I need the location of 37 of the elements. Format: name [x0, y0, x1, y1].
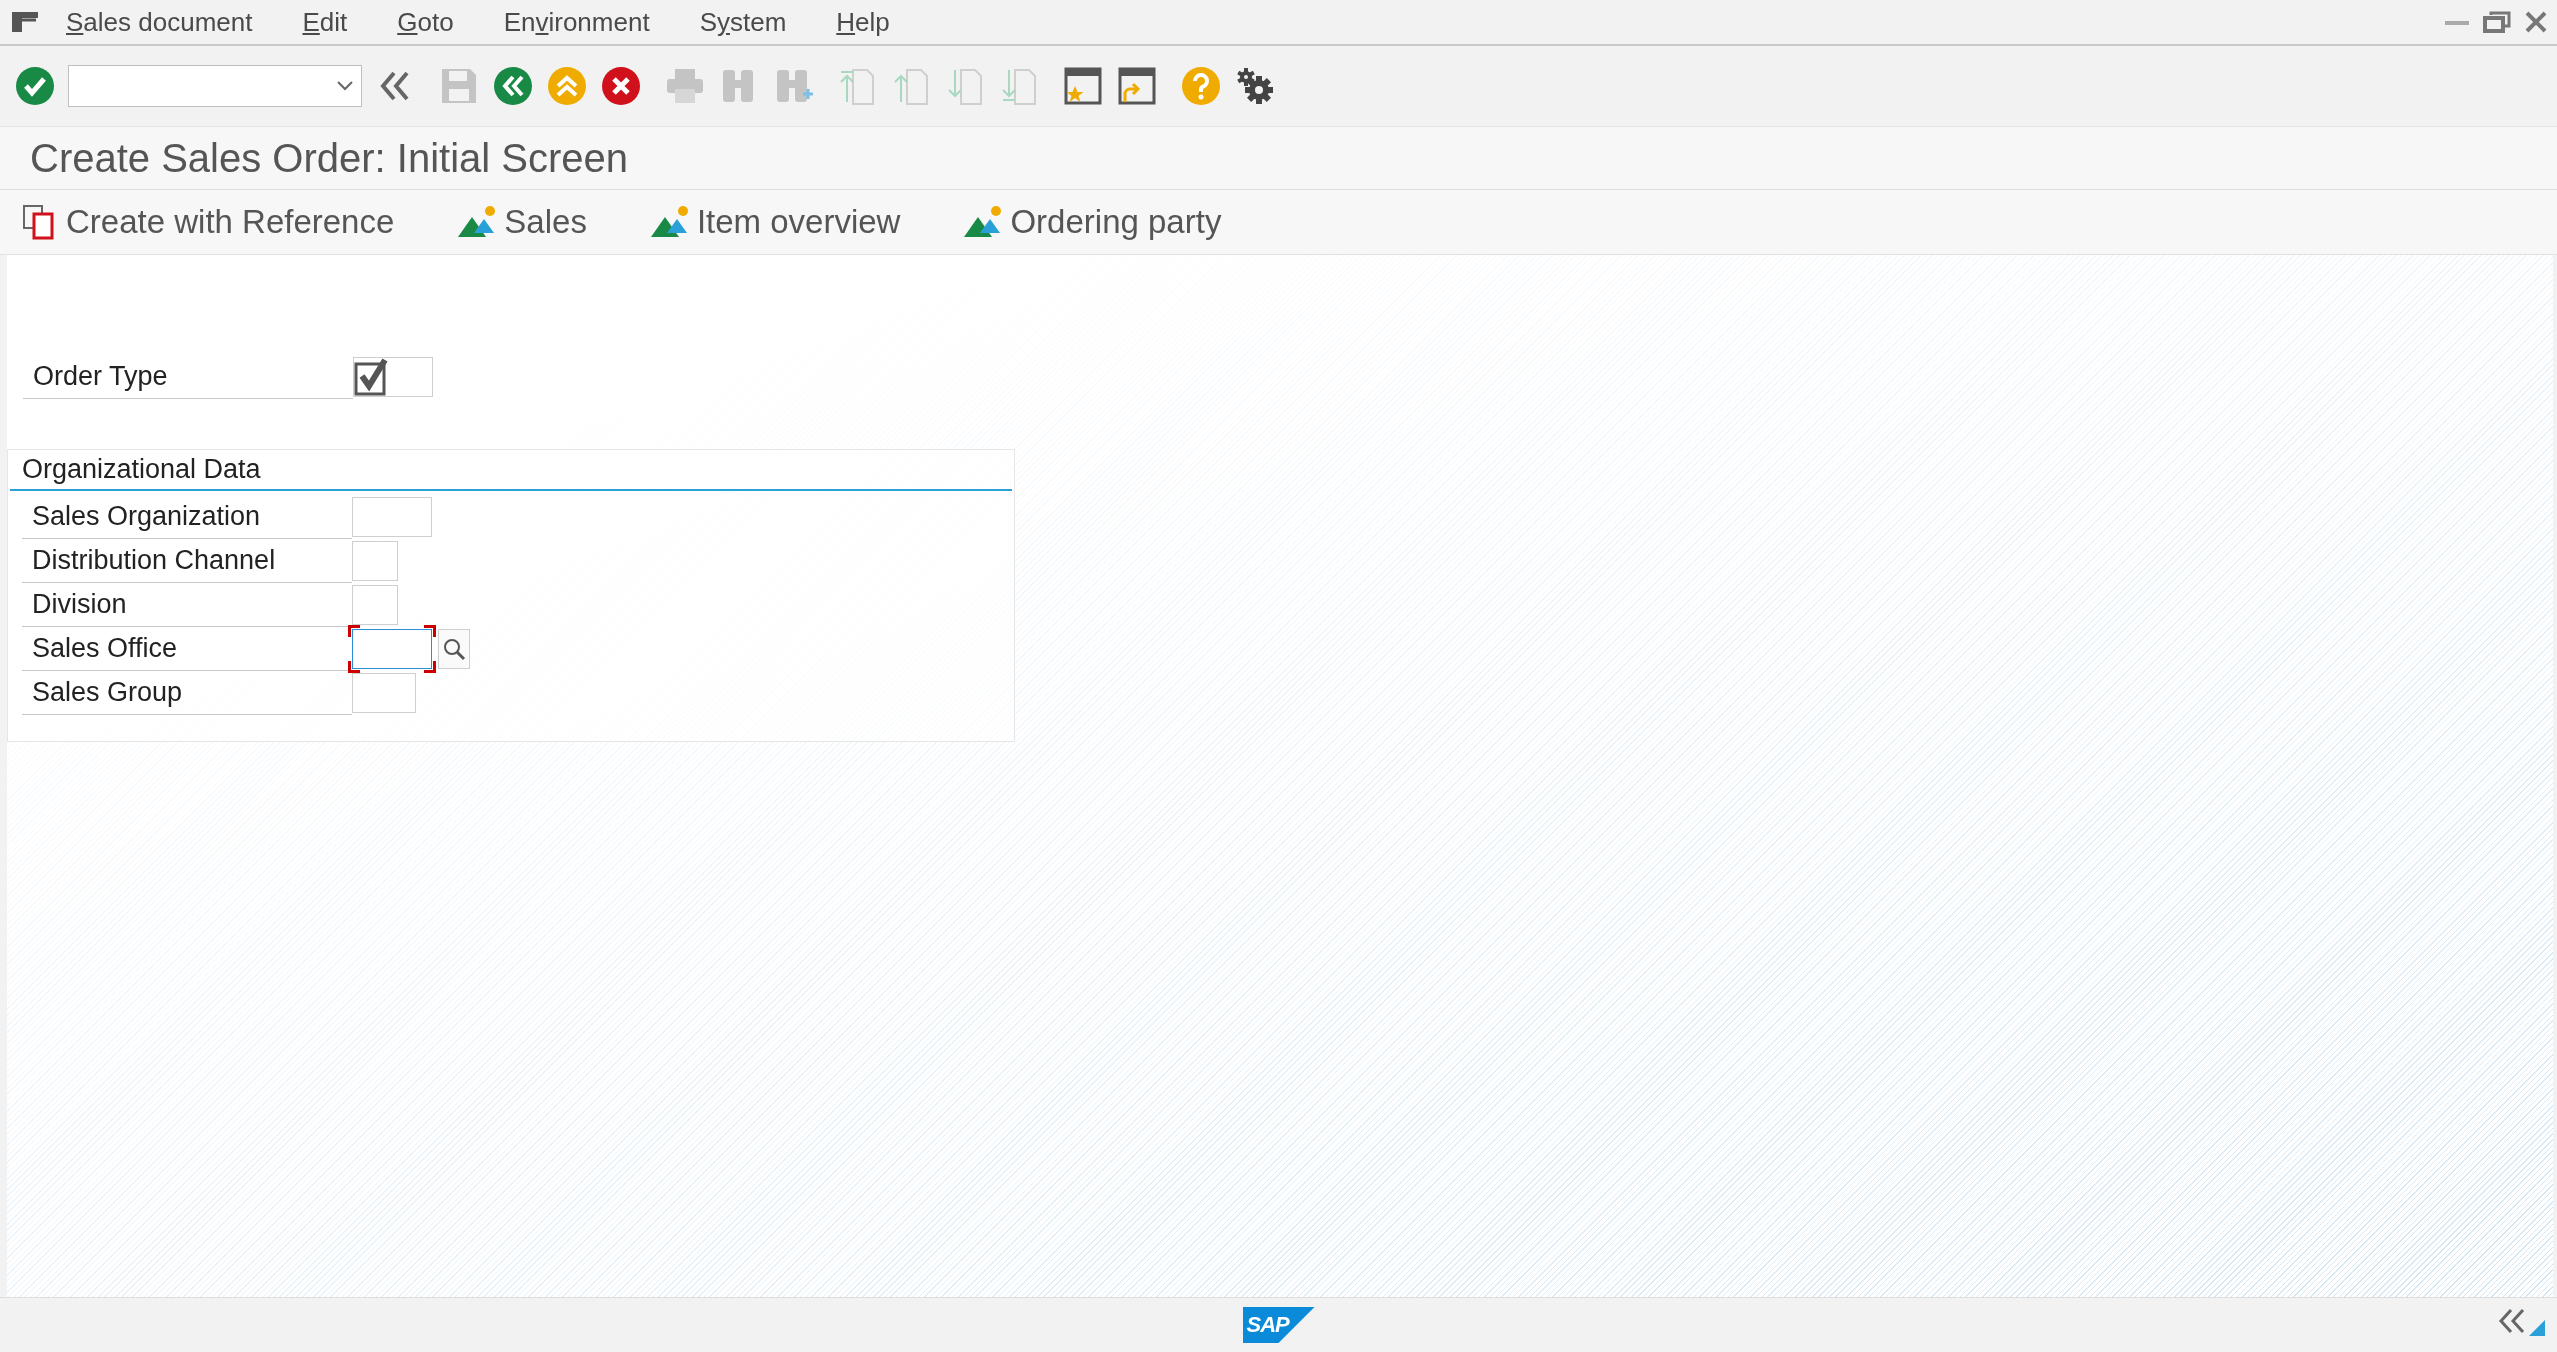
logo: SAP — [1242, 1307, 1315, 1343]
screen-title: Create Sales Order: Initial Screen — [30, 135, 629, 181]
menu-icon — [10, 10, 40, 34]
input-field[interactable] — [352, 629, 432, 669]
input-field[interactable] — [352, 541, 398, 581]
menu-item[interactable]: Goto — [397, 6, 454, 38]
close-circle-icon[interactable] — [600, 65, 642, 107]
menu-item[interactable]: Environment — [503, 6, 650, 38]
order-type-field[interactable] — [353, 357, 433, 397]
double-up-chevron-icon[interactable] — [546, 65, 588, 107]
search-icon — [442, 637, 466, 661]
chevron-down-icon — [337, 81, 353, 91]
menu-item[interactable]: Edit — [302, 6, 348, 38]
toolbar-button[interactable]: Sales — [454, 203, 591, 241]
corner-triangle-icon — [2529, 1320, 2545, 1336]
close-icon — [2525, 11, 2547, 33]
input-field[interactable] — [352, 585, 398, 625]
double-chevron-icon — [2497, 1306, 2527, 1336]
group-title: Organizational Data — [10, 450, 1012, 491]
back-icon[interactable] — [492, 65, 534, 107]
toolbar-button[interactable]: Ordering party — [960, 203, 1226, 241]
toolbar-button[interactable]: Create with Reference — [18, 203, 399, 241]
menu-item[interactable]: Help — [836, 6, 890, 38]
input-field[interactable] — [352, 673, 416, 713]
mountain-icon — [650, 205, 691, 239]
search-button[interactable] — [438, 629, 470, 669]
help-icon[interactable] — [1180, 65, 1222, 107]
toolbar-button[interactable]: Item overview — [646, 203, 905, 241]
arrow-window-icon[interactable] — [1116, 65, 1158, 107]
check-circle-icon[interactable] — [14, 65, 56, 107]
minimize-icon — [2445, 19, 2469, 25]
input-field[interactable] — [352, 497, 432, 537]
restore-icon — [2483, 11, 2511, 33]
menu-item[interactable]: System — [699, 6, 787, 38]
command-field[interactable] — [68, 65, 362, 107]
star-window-icon[interactable] — [1062, 65, 1104, 107]
menu-item[interactable]: Sales document — [66, 6, 253, 38]
